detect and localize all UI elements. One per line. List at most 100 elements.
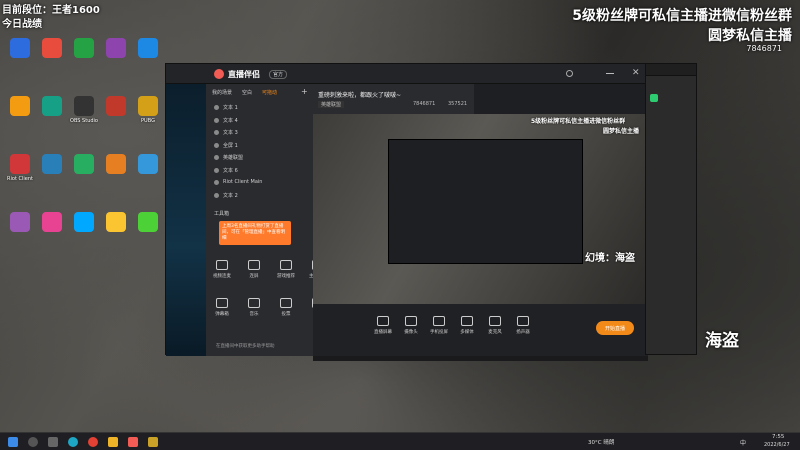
toolbar-icon bbox=[377, 316, 389, 326]
layer-label: 全屏 1 bbox=[223, 142, 238, 149]
toolbar-icon bbox=[461, 316, 473, 326]
taskbar: 30°C 晴朗 中 7:55 2022/6/27 bbox=[0, 432, 800, 450]
layer-item[interactable]: 全屏 1 bbox=[214, 142, 238, 149]
desktop-icon-label: Riot Client bbox=[7, 176, 33, 182]
tool-label: 连屏 bbox=[249, 274, 259, 279]
desktop-icon[interactable] bbox=[132, 212, 164, 234]
toolbar-label: 摄像头 bbox=[404, 330, 418, 335]
tab-blank[interactable]: 空白 bbox=[242, 89, 252, 96]
tool-button[interactable]: 投票 bbox=[274, 298, 298, 317]
layer-label: 文本 1 bbox=[223, 105, 238, 111]
eye-icon[interactable] bbox=[214, 105, 219, 110]
toolbar-button[interactable]: 直播屏幕 bbox=[371, 316, 395, 335]
desktop-icon[interactable] bbox=[132, 38, 164, 60]
toolbar-button[interactable]: 多媒体 bbox=[455, 316, 479, 335]
weather-label[interactable]: 30°C 晴朗 bbox=[588, 438, 614, 446]
edge-icon[interactable] bbox=[68, 437, 78, 447]
desktop-icon[interactable] bbox=[4, 38, 36, 60]
eye-icon[interactable] bbox=[214, 117, 219, 123]
add-scene-icon[interactable]: + bbox=[301, 87, 308, 96]
settings-icon[interactable] bbox=[566, 70, 573, 77]
desktop-icon[interactable] bbox=[4, 212, 36, 234]
layer-item[interactable]: Riot Client Main bbox=[214, 179, 262, 185]
folder-icon[interactable] bbox=[108, 437, 118, 447]
app-icon bbox=[42, 96, 62, 116]
task-view-icon[interactable] bbox=[48, 437, 58, 447]
live-app-icon[interactable] bbox=[128, 437, 138, 447]
clock-time[interactable]: 7:55 bbox=[772, 434, 784, 440]
app-titlebar: 直播伴侣 官方 ✕ bbox=[166, 64, 647, 84]
lang-indicator[interactable]: 中 bbox=[740, 438, 746, 447]
desktop-icon[interactable] bbox=[4, 96, 36, 118]
app-icon bbox=[74, 212, 94, 232]
layer-item[interactable]: 英雄联盟 bbox=[214, 154, 243, 161]
tool-button[interactable]: 弹幕箱 bbox=[210, 298, 234, 317]
desktop-icon[interactable] bbox=[36, 154, 68, 176]
room-id-overlay: 7846871 bbox=[746, 44, 782, 53]
toolbar-icon bbox=[405, 316, 417, 326]
preview-screen: 5级粉丝牌可私信主播进微信粉丝群 圆梦私信主播 幻境：海盗 bbox=[313, 114, 648, 304]
toolbar-label: 麦克风 bbox=[488, 330, 502, 335]
layer-item[interactable]: 文本 4 bbox=[214, 117, 238, 124]
desktop-icon[interactable] bbox=[68, 212, 100, 234]
stream-preview: 5级粉丝牌可私信主播进微信粉丝群 圆梦私信主播 幻境：海盗 直播屏幕 摄像头 手机投… bbox=[313, 114, 648, 361]
search-icon[interactable] bbox=[28, 437, 38, 447]
side-accent-bar bbox=[650, 94, 658, 102]
eye-icon[interactable] bbox=[214, 155, 219, 160]
desktop-icon[interactable] bbox=[132, 154, 164, 176]
toolbar-icon bbox=[433, 316, 445, 326]
tool-button[interactable]: 视频连麦 bbox=[210, 260, 234, 279]
toolbar-button[interactable]: 扬声器 bbox=[511, 316, 535, 335]
toolbar-button[interactable]: 摄像头 bbox=[399, 316, 423, 335]
toolbar-label: 手机投屏 bbox=[430, 330, 448, 335]
app-icon bbox=[106, 96, 126, 116]
toolbar-button[interactable]: 麦克风 bbox=[483, 316, 507, 335]
desktop-icon[interactable]: OBS Studio bbox=[68, 96, 100, 124]
tool-label: 视频连麦 bbox=[213, 274, 231, 279]
eye-icon[interactable] bbox=[214, 167, 219, 173]
start-icon[interactable] bbox=[8, 437, 18, 447]
layer-item[interactable]: 文本 3 bbox=[214, 129, 238, 136]
tab-my-scenes[interactable]: 我的场景 bbox=[212, 89, 232, 96]
chrome-icon[interactable] bbox=[88, 437, 98, 447]
toolbar-button[interactable]: 手机投屏 bbox=[427, 316, 451, 335]
desktop-icon[interactable] bbox=[100, 212, 132, 234]
start-live-button[interactable]: 开始直播 bbox=[596, 321, 634, 335]
clock-date[interactable]: 2022/6/27 bbox=[764, 442, 790, 448]
tab-draggable[interactable]: 可拖动 bbox=[262, 89, 277, 96]
tool-button[interactable]: 音乐 bbox=[242, 298, 266, 317]
desktop-icon[interactable]: PUBG bbox=[132, 96, 164, 124]
app-icon bbox=[10, 38, 30, 58]
tool-button[interactable]: 连屏 bbox=[242, 260, 266, 279]
layer-item[interactable]: 文本 2 bbox=[214, 192, 238, 199]
app-icon bbox=[106, 38, 126, 58]
desktop-icon[interactable] bbox=[100, 96, 132, 118]
close-icon[interactable]: ✕ bbox=[632, 68, 640, 78]
layer-label: 文本 2 bbox=[223, 192, 238, 199]
layer-label: 文本 4 bbox=[223, 117, 238, 124]
tool-button[interactable]: 游戏推荐 bbox=[274, 260, 298, 279]
minimize-icon[interactable] bbox=[606, 73, 614, 74]
desktop-icon[interactable] bbox=[36, 38, 68, 60]
layer-item[interactable]: 文本 1 bbox=[214, 104, 238, 111]
tool-icon bbox=[216, 260, 228, 270]
layer-item[interactable]: 文本 6 bbox=[214, 167, 238, 174]
desktop-icon[interactable] bbox=[68, 154, 100, 176]
desktop-icon[interactable] bbox=[100, 154, 132, 176]
desktop-icon[interactable] bbox=[68, 38, 100, 60]
eye-icon[interactable] bbox=[214, 130, 219, 135]
rank-overlay: 目前段位：王者1600 bbox=[2, 5, 100, 16]
desktop-icon[interactable] bbox=[100, 38, 132, 60]
tool-label: 音乐 bbox=[249, 312, 259, 317]
footer-help[interactable]: 在直播间中获取更多助手帮助 bbox=[216, 343, 275, 349]
preview-overlay-line2: 圆梦私信主播 bbox=[603, 128, 640, 135]
app-icon bbox=[42, 154, 62, 174]
eye-icon[interactable] bbox=[214, 192, 219, 198]
desktop-icon[interactable] bbox=[36, 96, 68, 118]
eye-icon[interactable] bbox=[214, 142, 219, 148]
desktop-icon[interactable] bbox=[36, 212, 68, 234]
lol-icon[interactable] bbox=[148, 437, 158, 447]
desktop-icon[interactable]: Riot Client bbox=[4, 154, 36, 182]
eye-icon[interactable] bbox=[214, 179, 219, 185]
toolbar-icon bbox=[517, 316, 529, 326]
